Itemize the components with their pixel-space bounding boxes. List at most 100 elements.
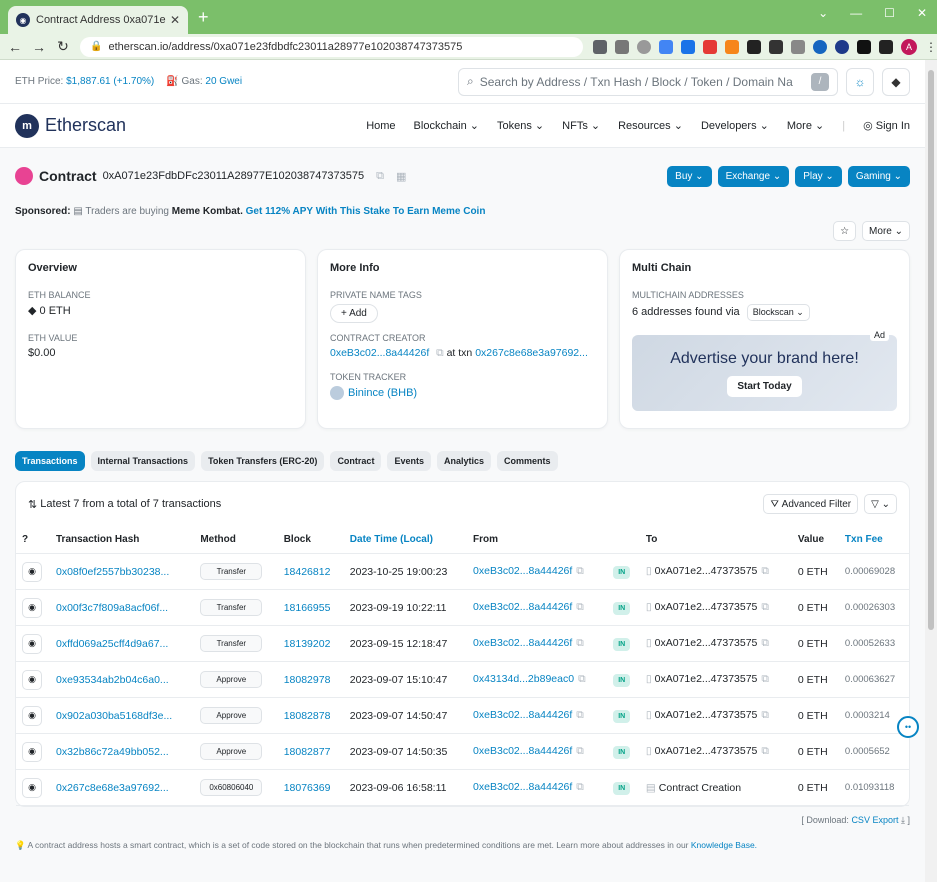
copy-icon[interactable]: ⧉ (576, 709, 584, 721)
tx-hash[interactable]: 0x32b86c72a49bb052... (50, 733, 195, 770)
from-address[interactable]: 0xeB3c02...8a44426f (473, 709, 572, 721)
from-address[interactable]: 0xeB3c02...8a44426f (473, 565, 572, 577)
extension-icon[interactable] (659, 39, 673, 54)
creator-txn[interactable]: 0x267c8e68e3a97692... (475, 347, 588, 359)
browser-tab[interactable]: ◉ Contract Address 0xa071e23fc ✕ (8, 6, 188, 34)
filter-dropdown-button[interactable]: ▽ ⌄ (864, 494, 897, 514)
copy-icon[interactable]: ⧉ (576, 637, 584, 649)
theme-toggle-button[interactable]: ☼ (846, 67, 874, 96)
network-button[interactable]: ◆ (882, 67, 910, 96)
ad-banner[interactable]: Ad Advertise your brand here! Start Toda… (632, 329, 897, 411)
to-address[interactable]: 0xA071e2...47373575 (655, 709, 758, 721)
column-header-time[interactable]: Date Time (Local) (343, 526, 468, 554)
to-address[interactable]: 0xA071e2...47373575 (655, 745, 758, 757)
csv-export-link[interactable]: CSV Export (851, 815, 898, 825)
copy-icon[interactable]: ⧉ (576, 565, 584, 577)
to-address[interactable]: 0xA071e2...47373575 (655, 565, 758, 577)
eye-icon[interactable]: ◉ (22, 741, 42, 762)
add-tag-button[interactable]: + Add (330, 304, 378, 323)
copy-icon[interactable]: ⧉ (761, 637, 769, 649)
back-icon[interactable]: ← (8, 39, 22, 55)
tx-hash[interactable]: 0x08f0ef2557bb30238... (50, 553, 195, 590)
chevron-down-icon[interactable]: ⌄ (818, 6, 828, 20)
menu-dots-icon[interactable]: ⋮ (925, 40, 937, 54)
eye-icon[interactable]: ◉ (22, 597, 42, 618)
copy-icon[interactable]: ⧉ (436, 347, 444, 359)
buy-button[interactable]: Buy ⌄ (667, 165, 712, 187)
block-number[interactable]: 18082878 (277, 697, 344, 734)
copy-icon[interactable]: ⧉ (576, 745, 584, 757)
star-icon[interactable] (637, 39, 651, 54)
share-icon[interactable] (615, 39, 629, 54)
close-tab-icon[interactable]: ✕ (170, 13, 180, 27)
tab-token-transfers[interactable]: Token Transfers (ERC-20) (201, 451, 325, 471)
extension-grid-icon[interactable] (769, 39, 783, 54)
tab-internal-transactions[interactable]: Internal Transactions (90, 451, 196, 471)
exchange-button[interactable]: Exchange ⌄ (717, 165, 790, 187)
tx-hash[interactable]: 0x00f3c7f809a8acf06f... (50, 589, 195, 626)
new-tab-icon[interactable]: + (198, 7, 209, 28)
tx-hash[interactable]: 0xffd069a25cff4d9a67... (50, 625, 195, 662)
nav-home[interactable]: Home (366, 120, 395, 132)
extension-dark-icon[interactable] (747, 39, 761, 54)
reload-icon[interactable]: ↻ (56, 38, 70, 55)
to-address[interactable]: 0xA071e2...47373575 (655, 673, 758, 685)
tab-events[interactable]: Events (387, 451, 431, 471)
tx-hash[interactable]: 0x267c8e68e3a97692... (50, 769, 195, 806)
nav-blockchain[interactable]: Blockchain ⌄ (414, 119, 479, 132)
sign-in-link[interactable]: ◎ Sign In (863, 119, 910, 132)
eth-price-value[interactable]: $1,887.61 (+1.70%) (66, 76, 154, 87)
copy-icon[interactable]: ⧉ (576, 781, 584, 793)
page-scrollbar[interactable] (925, 60, 937, 882)
tx-hash[interactable]: 0xe93534ab2b04c6a0... (50, 661, 195, 698)
nav-resources[interactable]: Resources ⌄ (618, 119, 683, 132)
play-button[interactable]: Play ⌄ (795, 165, 842, 187)
url-input[interactable]: 🔒 etherscan.io/address/0xa071e23fdbdfc23… (80, 36, 583, 57)
favorite-button[interactable]: ☆ (833, 221, 857, 241)
tab-transactions[interactable]: Transactions (15, 451, 85, 471)
sidebar-icon[interactable] (879, 39, 893, 54)
extension-blue-icon[interactable] (813, 39, 827, 54)
copy-icon[interactable]: ⧉ (761, 565, 769, 577)
scrollbar-thumb[interactable] (928, 70, 934, 630)
gas-value[interactable]: 20 Gwei (205, 76, 242, 87)
chat-assistant-icon[interactable]: •• (897, 716, 919, 738)
translate-icon[interactable] (593, 39, 607, 54)
from-address[interactable]: 0xeB3c02...8a44426f (473, 637, 572, 649)
extension-pocket-icon[interactable] (703, 39, 717, 54)
nav-nfts[interactable]: NFTs ⌄ (562, 119, 600, 132)
qr-code-icon[interactable]: ▦ (396, 170, 406, 183)
extension-new-icon[interactable] (681, 39, 695, 54)
nav-developers[interactable]: Developers ⌄ (701, 119, 769, 132)
puzzle-icon[interactable] (857, 39, 871, 54)
profile-avatar[interactable]: A (901, 38, 917, 55)
extension-shield-icon[interactable] (835, 39, 849, 54)
eye-icon[interactable]: ◉ (22, 561, 42, 582)
block-number[interactable]: 18082877 (277, 733, 344, 770)
copy-icon[interactable]: ⧉ (761, 709, 769, 721)
tx-hash[interactable]: 0x902a030ba5168df3e... (50, 697, 195, 734)
creator-address[interactable]: 0xeB3c02...8a44426f (330, 347, 429, 359)
etherscan-logo[interactable]: m Etherscan (15, 113, 126, 138)
eye-icon[interactable]: ◉ (22, 705, 42, 726)
from-address[interactable]: 0x43134d...2b89eac0 (473, 673, 574, 685)
forward-icon[interactable]: → (32, 39, 46, 55)
tab-contract[interactable]: Contract (330, 451, 382, 471)
column-header-fee[interactable]: Txn Fee (838, 526, 909, 554)
from-address[interactable]: 0xeB3c02...8a44426f (473, 745, 572, 757)
advanced-filter-button[interactable]: ⛛ Advanced Filter (763, 494, 859, 514)
eye-icon[interactable]: ◉ (22, 669, 42, 690)
sponsored-link[interactable]: Get 112% APY With This Stake To Earn Mem… (246, 206, 486, 217)
block-number[interactable]: 18082978 (277, 661, 344, 698)
to-address[interactable]: 0xA071e2...47373575 (655, 637, 758, 649)
block-number[interactable]: 18426812 (277, 553, 344, 590)
nav-tokens[interactable]: Tokens ⌄ (497, 119, 544, 132)
from-address[interactable]: 0xeB3c02...8a44426f (473, 601, 572, 613)
tab-analytics[interactable]: Analytics (436, 451, 491, 471)
start-today-button[interactable]: Start Today (727, 375, 802, 397)
blockscan-select[interactable]: Blockscan ⌄ (746, 304, 810, 321)
search-input[interactable]: ⌕ Search by Address / Txn Hash / Block /… (458, 67, 838, 96)
block-number[interactable]: 18076369 (277, 769, 344, 806)
more-button[interactable]: More ⌄ (862, 221, 910, 241)
help-icon[interactable]: ? (22, 534, 28, 545)
